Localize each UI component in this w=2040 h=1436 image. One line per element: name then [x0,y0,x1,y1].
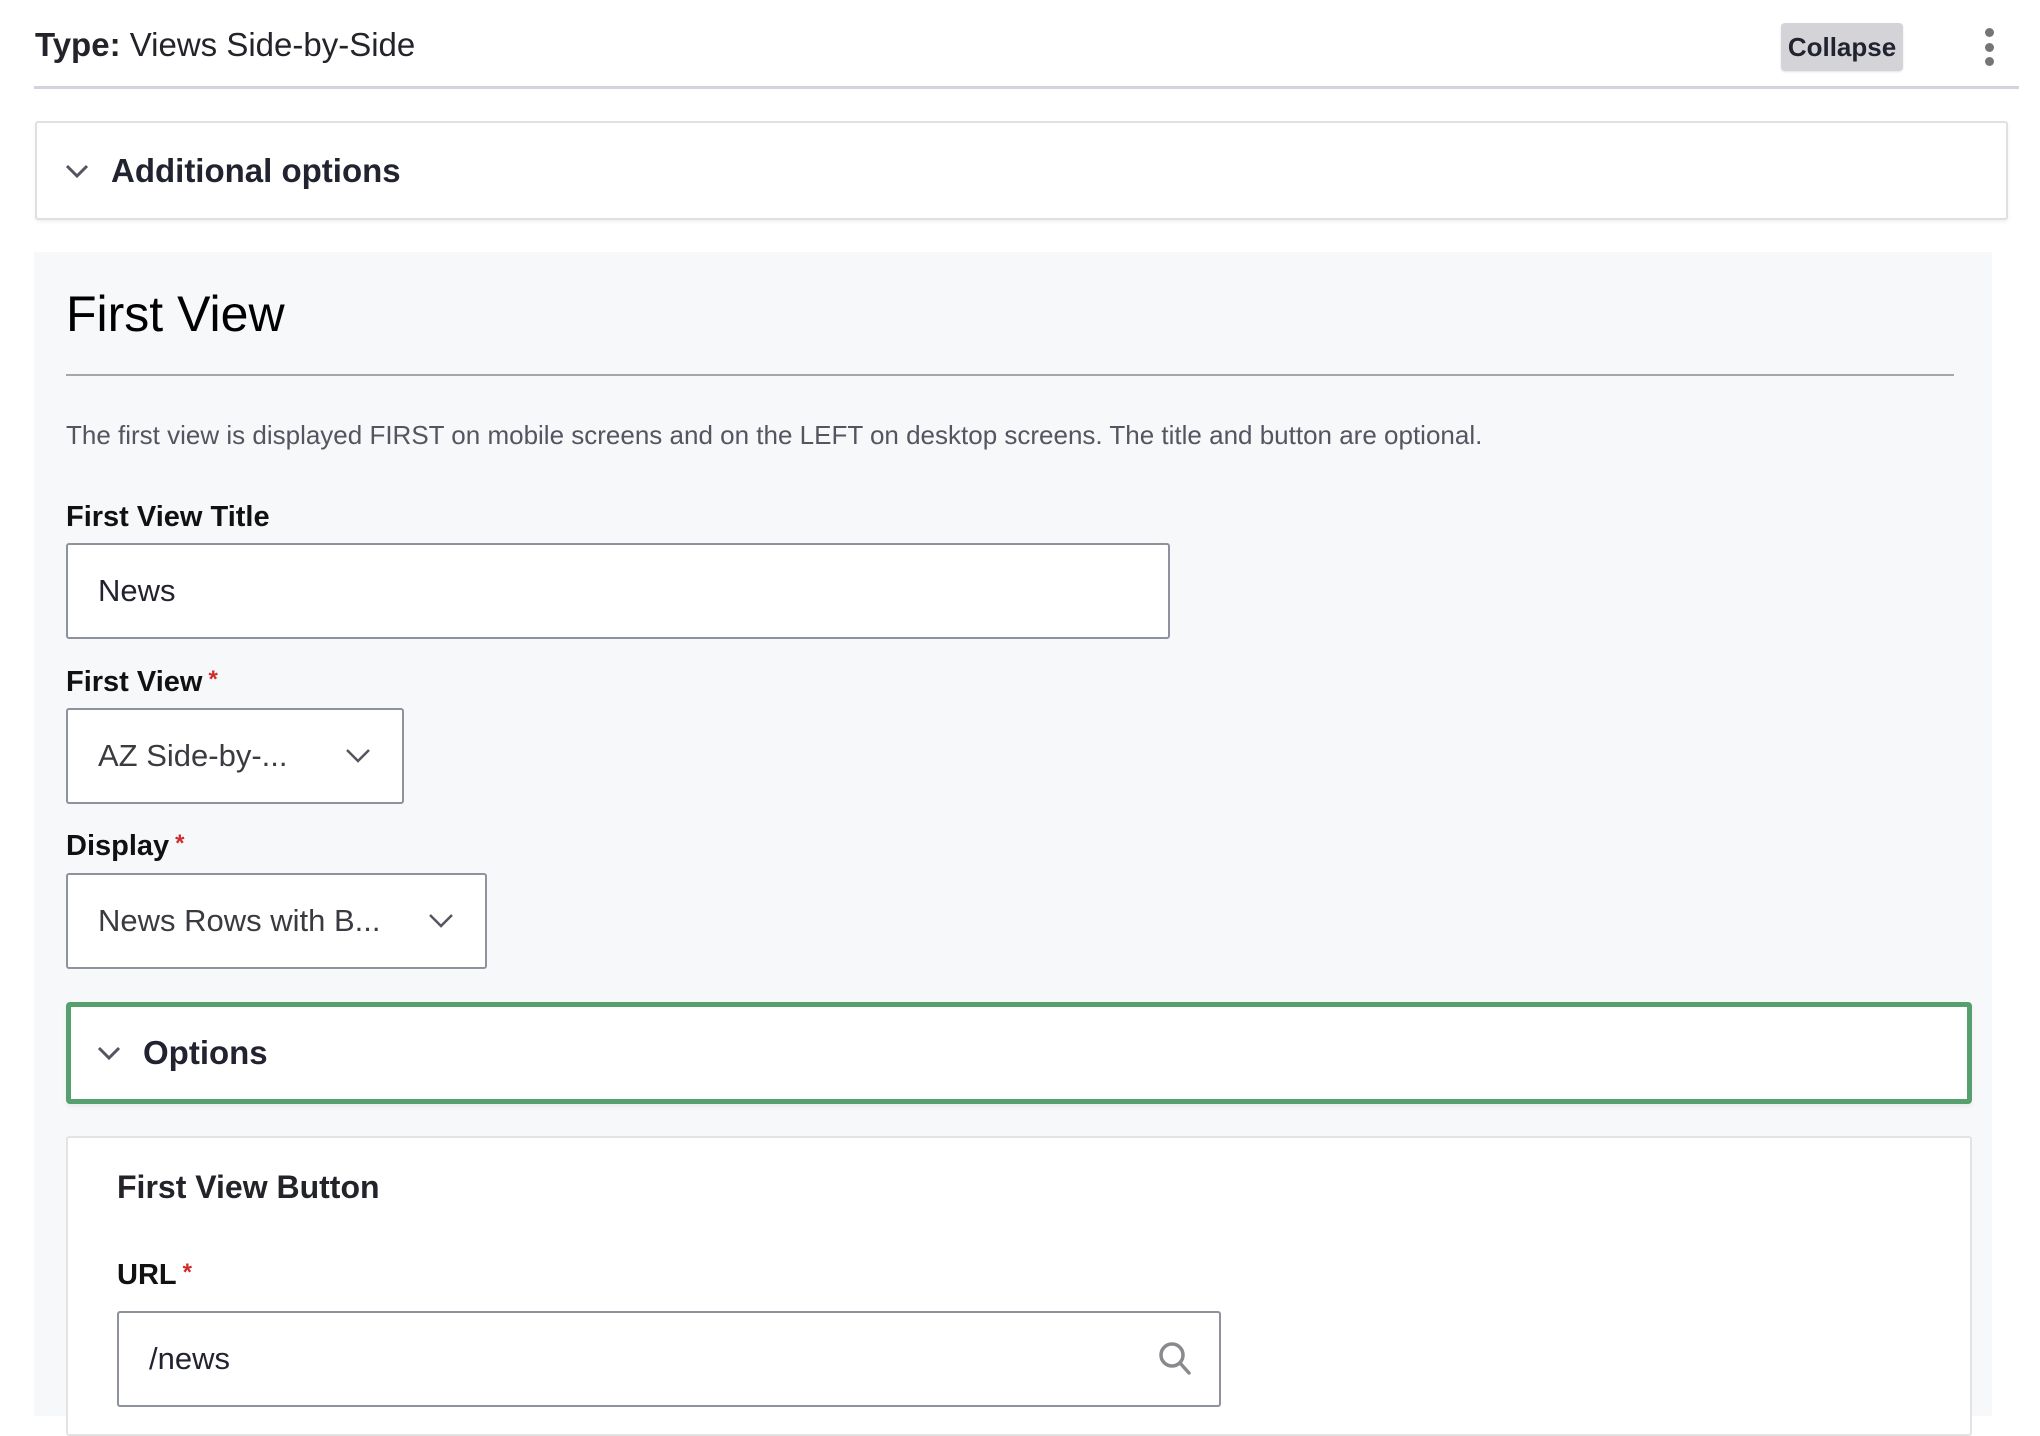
chevron-down-icon [346,749,370,763]
display-select[interactable]: News Rows with B... [66,873,487,969]
required-marker: * [208,666,218,693]
additional-options-toggle[interactable]: Additional options [35,121,2008,220]
header-divider [34,86,2019,89]
required-marker: * [182,1259,192,1286]
label-text: URL [117,1259,177,1291]
label-text: First View [66,666,203,698]
first-view-title-label: First View Title [66,498,270,536]
kebab-dot [1984,28,1994,37]
type-value: Views Side-by-Side [129,26,416,63]
kebab-dot [1984,57,1994,66]
input-value: /news [149,1341,230,1376]
first-view-select[interactable]: AZ Side-by-... [66,708,404,804]
more-actions-button[interactable] [1982,28,1996,66]
chevron-down-icon [429,914,453,928]
display-label: Display * [66,827,185,865]
selected-value: News Rows with B... [98,903,381,938]
panel-description: The first view is displayed FIRST on mob… [66,420,1483,450]
label-text: Display [66,830,170,862]
options-label: Options [143,1034,268,1071]
kebab-dot [1984,42,1994,52]
button-group-heading: First View Button [117,1169,380,1205]
selected-value: AZ Side-by-... [98,738,288,773]
search-icon[interactable] [1155,1339,1195,1379]
label-text: First View Title [66,501,270,533]
collapse-button[interactable]: Collapse [1781,23,1903,71]
input-value: News [98,573,176,608]
type-label: Type: [35,26,121,63]
additional-options-label: Additional options [111,151,401,189]
first-view-title-input[interactable]: News [66,543,1170,639]
panel-heading: First View [66,286,285,342]
chevron-down-icon [97,1046,121,1061]
options-toggle[interactable]: Options [66,1002,1972,1104]
first-view-label: First View * [66,663,218,701]
required-marker: * [175,830,185,857]
chevron-down-icon [65,164,89,178]
url-label: URL * [117,1256,192,1294]
panel-divider [66,374,1954,376]
url-input[interactable]: /news [117,1311,1221,1407]
paragraph-type-label: Type: Views Side-by-Side [35,22,415,68]
